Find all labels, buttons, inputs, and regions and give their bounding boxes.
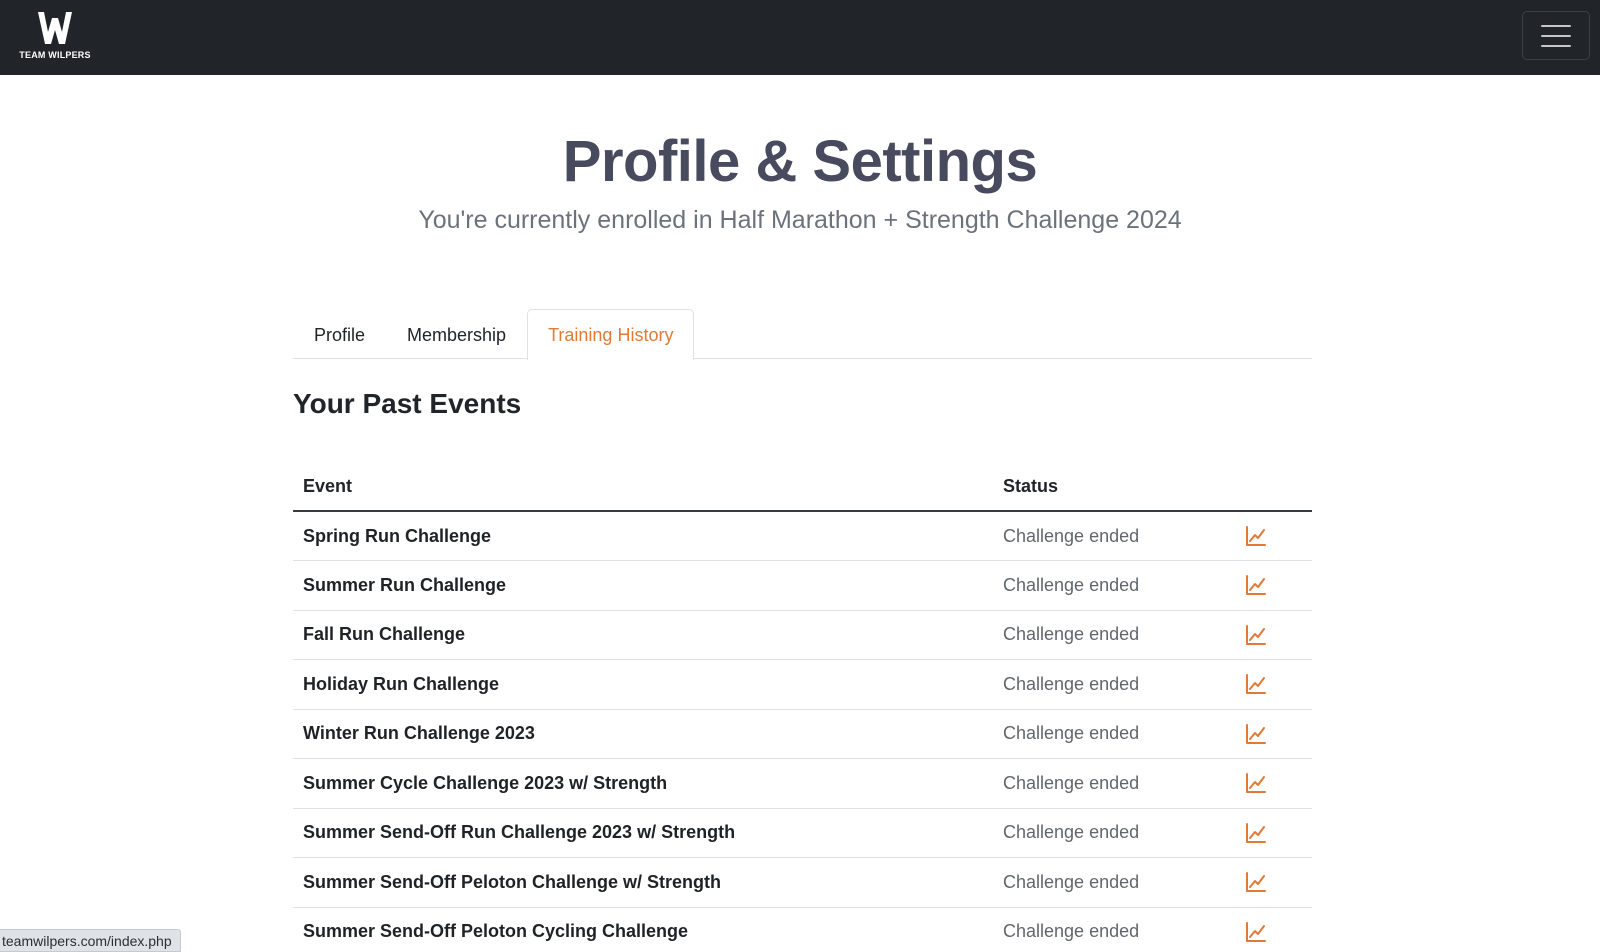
event-name: Summer Cycle Challenge 2023 w/ Strength [293,758,993,809]
hamburger-line [1541,24,1571,27]
event-name: Summer Send-Off Run Challenge 2023 w/ St… [293,808,993,858]
view-stats-action[interactable] [1233,808,1312,858]
column-header-event: Event [293,463,993,512]
event-name: Holiday Run Challenge [293,659,993,710]
table-row: Spring Run Challenge Challenge ended [293,511,1312,561]
brand-logo-text: TEAM WILPERS [19,50,91,60]
page-title: Profile & Settings [562,129,1038,194]
event-status: Challenge ended [993,709,1233,759]
tab-membership[interactable]: Membership [386,309,527,359]
event-status: Challenge ended [993,808,1233,858]
view-stats-action[interactable] [1233,857,1312,908]
event-name: Winter Run Challenge 2023 [293,709,993,759]
table-row: Summer Send-Off Peloton Challenge w/ Str… [293,857,1312,908]
event-status: Challenge ended [993,907,1233,952]
enrollment-subtitle: You're currently enrolled in Half Marath… [418,206,1182,234]
line-chart-icon[interactable] [1245,673,1267,695]
table-row: Winter Run Challenge 2023 Challenge ended [293,709,1312,759]
table-header-row: Event Status [293,463,1312,512]
brand-logo[interactable]: TEAM WILPERS [16,10,94,64]
line-chart-icon[interactable] [1245,525,1267,547]
event-name: Fall Run Challenge [293,610,993,660]
wilpers-logo-icon [38,12,72,44]
line-chart-icon[interactable] [1245,574,1267,596]
past-events-table: Event Status Spring Run Challenge Challen… [293,463,1312,952]
table-row: Summer Send-Off Peloton Cycling Challeng… [293,907,1312,952]
view-stats-action[interactable] [1233,560,1312,611]
view-stats-action[interactable] [1233,659,1312,710]
top-navbar: TEAM WILPERS [0,0,1600,75]
event-status: Challenge ended [993,560,1233,611]
section-title: Your Past Events [293,388,522,419]
event-name: Summer Send-Off Peloton Cycling Challeng… [293,907,993,952]
table-row: Summer Send-Off Run Challenge 2023 w/ St… [293,808,1312,858]
table-row: Fall Run Challenge Challenge ended [293,610,1312,660]
table-body: Spring Run Challenge Challenge ended Summe… [293,511,1312,952]
event-status: Challenge ended [993,857,1233,908]
line-chart-icon[interactable] [1245,624,1267,646]
tab-profile[interactable]: Profile [293,309,386,359]
event-status: Challenge ended [993,610,1233,660]
hamburger-menu-button[interactable] [1522,11,1590,60]
hamburger-line [1541,44,1571,47]
view-stats-action[interactable] [1233,758,1312,809]
table-row: Holiday Run Challenge Challenge ended [293,659,1312,710]
line-chart-icon[interactable] [1245,871,1267,893]
table-row: Summer Cycle Challenge 2023 w/ Strength C… [293,758,1312,809]
view-stats-action[interactable] [1233,907,1312,952]
browser-status-url: teamwilpers.com/index.php [0,929,181,952]
view-stats-action[interactable] [1233,610,1312,660]
tab-training-history[interactable]: Training History [527,309,695,360]
line-chart-icon[interactable] [1245,723,1267,745]
column-header-action [1233,463,1312,512]
event-status: Challenge ended [993,659,1233,710]
settings-tabs: Profile Membership Training History [293,309,1312,360]
event-name: Spring Run Challenge [293,511,993,561]
hamburger-line [1541,34,1571,37]
line-chart-icon[interactable] [1245,822,1267,844]
event-status: Challenge ended [993,758,1233,809]
view-stats-action[interactable] [1233,709,1312,759]
line-chart-icon[interactable] [1245,772,1267,794]
event-status: Challenge ended [993,511,1233,561]
column-header-status: Status [993,463,1233,512]
event-name: Summer Send-Off Peloton Challenge w/ Str… [293,857,993,908]
table-row: Summer Run Challenge Challenge ended [293,560,1312,611]
line-chart-icon[interactable] [1245,921,1267,943]
event-name: Summer Run Challenge [293,560,993,611]
view-stats-action[interactable] [1233,511,1312,561]
